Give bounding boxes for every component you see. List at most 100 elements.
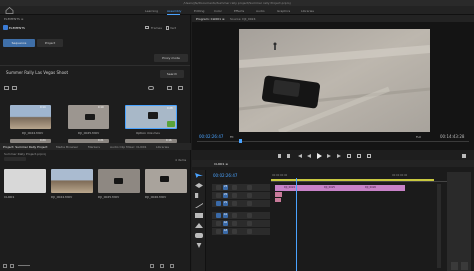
tab-audio-clip-mixer[interactable]: Audio Clip Mixer: CLI001 [110, 145, 147, 149]
forward-icon[interactable] [327, 154, 331, 158]
tab-sequence[interactable]: CLI001 ≡ [214, 162, 228, 166]
selection-tool-icon[interactable] [195, 173, 203, 178]
lock-icon[interactable] [232, 221, 237, 226]
clip-thumbnail-car[interactable] [98, 169, 140, 193]
project-button[interactable]: Project [37, 39, 63, 47]
frames-icon[interactable] [145, 26, 149, 29]
icon-view-icon[interactable] [10, 264, 14, 268]
track-target-v3[interactable]: V3 [223, 185, 228, 190]
razor-tool-icon[interactable] [195, 203, 203, 208]
eye-icon[interactable] [148, 86, 154, 90]
eye-icon[interactable] [247, 201, 252, 206]
toggle-sync-icon[interactable] [216, 185, 221, 190]
vertical-scrollbar[interactable] [437, 184, 441, 268]
fit-dropdown[interactable]: Fit [230, 135, 234, 139]
mark-out-icon[interactable] [287, 154, 290, 158]
track-target-a1[interactable]: A1 [223, 213, 228, 218]
video-clip[interactable]: DJI_0024 DJI_0025 DJI_0026 [275, 185, 405, 191]
scrubber-track[interactable] [197, 141, 469, 142]
vert-filter[interactable]: Vert [170, 26, 176, 30]
extract-icon[interactable] [357, 154, 361, 158]
list-view-icon[interactable] [3, 264, 7, 268]
video-clip-small[interactable] [275, 192, 282, 197]
timeline-timecode[interactable]: 00:02:26:47 [213, 173, 237, 178]
tab-learning[interactable]: Learning [145, 9, 158, 13]
tab-effects[interactable]: Effects [234, 9, 244, 13]
tab-audio[interactable]: Audio [256, 9, 265, 13]
play-icon[interactable] [317, 153, 322, 159]
step-back-icon[interactable] [298, 154, 302, 158]
type-tool-icon[interactable] [196, 243, 202, 248]
tab-assembly[interactable]: Assembly [167, 9, 181, 13]
mute-icon[interactable] [247, 213, 252, 218]
eye-icon[interactable] [247, 185, 252, 190]
new-bin-icon[interactable] [150, 264, 154, 268]
quality-dropdown[interactable]: Full [416, 135, 421, 139]
lock-icon[interactable] [232, 193, 237, 198]
elements-panel-tab[interactable]: ELEMENTS ≡ [4, 17, 23, 21]
frames-filter[interactable]: Frames [151, 26, 162, 30]
search-input[interactable] [4, 157, 26, 161]
vertical-icon[interactable] [166, 26, 169, 30]
mark-in-icon[interactable] [278, 154, 281, 158]
pen-tool-icon[interactable] [195, 223, 203, 228]
tab-libraries[interactable]: Libraries [301, 9, 314, 13]
slip-tool-icon[interactable] [195, 213, 203, 218]
rewind-icon[interactable] [307, 154, 311, 158]
lock-icon[interactable] [232, 213, 237, 218]
tab-program[interactable]: Program: CLI001 ≡ [196, 17, 224, 21]
program-timecode[interactable]: 00:02:26:47 [199, 134, 223, 139]
mute-icon[interactable] [247, 229, 252, 234]
lock-icon[interactable] [232, 229, 237, 234]
track-select-tool-icon[interactable] [195, 183, 203, 188]
toggle-sync-icon[interactable] [216, 193, 221, 198]
toggle-sync-icon[interactable] [216, 229, 221, 234]
list-icon[interactable] [167, 86, 172, 90]
toggle-sync-icon[interactable] [216, 221, 221, 226]
clip-thumbnail-desert[interactable] [51, 169, 93, 193]
search-button[interactable]: Search [160, 70, 184, 78]
tab-markers[interactable]: Markers [88, 145, 100, 149]
track-target-a3[interactable]: A3 [223, 229, 228, 234]
track-target-v1[interactable]: V1 [223, 201, 228, 206]
home-icon[interactable] [5, 6, 14, 14]
thumbnail-desert[interactable]: 0:14 [10, 105, 51, 129]
clip-thumbnail-sequence[interactable] [4, 169, 46, 193]
playhead[interactable] [239, 139, 242, 143]
lift-icon[interactable] [347, 154, 351, 158]
tab-media-browser[interactable]: Media Browser [56, 145, 78, 149]
time-ruler[interactable] [271, 181, 451, 182]
tab-project[interactable]: Project: Summer Rally Project [3, 145, 47, 149]
new-item-icon[interactable] [160, 264, 164, 268]
ripple-edit-tool-icon[interactable] [195, 193, 199, 198]
eye-icon[interactable] [247, 193, 252, 198]
zoom-slider[interactable] [18, 265, 30, 266]
proxy-mode-button[interactable]: Proxy mode [154, 54, 188, 62]
lock-icon[interactable] [232, 185, 237, 190]
tab-source[interactable]: Source: DJI_0024 [230, 17, 255, 21]
thumbnail-car-aerial[interactable]: 0:19 [68, 105, 109, 129]
meter-solo-right[interactable] [461, 262, 468, 270]
lock-icon[interactable] [232, 201, 237, 206]
step-forward-icon[interactable] [337, 154, 341, 158]
tab-editing[interactable]: Editing [194, 9, 204, 13]
hand-tool-icon[interactable] [195, 233, 203, 238]
clip-thumbnail-car2[interactable] [145, 169, 187, 193]
tab-graphics[interactable]: Graphics [277, 9, 290, 13]
meter-solo-left[interactable] [451, 262, 458, 270]
source-patch-v1[interactable] [216, 201, 221, 206]
thumbnail-selected[interactable]: 0:28 [125, 105, 177, 129]
tab-color[interactable]: Color [214, 9, 222, 13]
export-frame-icon[interactable] [367, 154, 371, 158]
track-target-v2[interactable]: V2 [223, 193, 228, 198]
sequence-button[interactable]: Sequence [3, 39, 35, 47]
grid-icon[interactable] [178, 86, 183, 90]
trash-icon[interactable] [170, 264, 174, 268]
add-button-icon[interactable] [462, 154, 466, 158]
grid-view-icon[interactable] [12, 86, 17, 90]
tab-libraries[interactable]: Libraries [156, 145, 169, 149]
timeline-playhead[interactable] [296, 178, 297, 271]
source-patch-a1[interactable] [216, 213, 221, 218]
track-target-a2[interactable]: A2 [223, 221, 228, 226]
mute-icon[interactable] [247, 221, 252, 226]
